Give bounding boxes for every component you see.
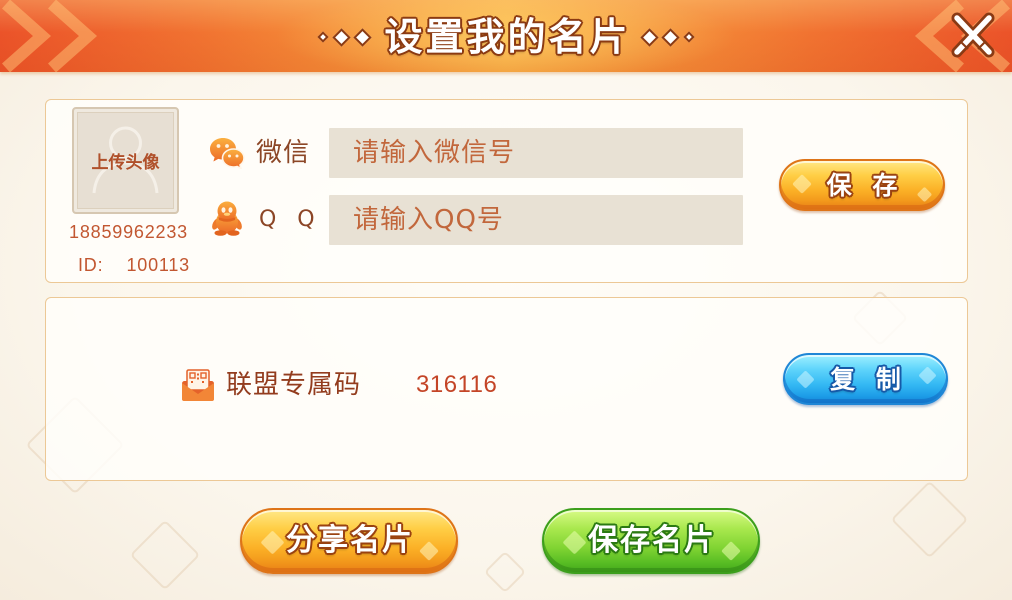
dialog-header: 设置我的名片 (0, 0, 1012, 72)
title-row: 设置我的名片 (0, 13, 1012, 61)
diamond-ornament-icon (332, 27, 352, 47)
diamond-ornament-icon (317, 31, 330, 43)
button-diamond-decoration (562, 530, 587, 555)
button-diamond-decoration (796, 370, 815, 389)
business-card-dialog: 设置我的名片 上传头像 18859962233 ID: 100113 微信 请输… (0, 0, 1012, 600)
phone-number: 18859962233 (69, 222, 188, 242)
wechat-icon (210, 138, 245, 169)
profile-panel: 上传头像 18859962233 ID: 100113 微信 请输入微信号 Q … (45, 99, 968, 283)
user-id: ID: 100113 (78, 254, 190, 276)
button-diamond-decoration (721, 541, 741, 561)
background-diamond-decoration (890, 480, 969, 559)
wechat-label: 微信 (256, 138, 311, 168)
share-card-button[interactable]: 分享名片 (240, 508, 458, 574)
dialog-title: 设置我的名片 (384, 15, 631, 59)
alliance-code-label: 联盟专属码 (226, 370, 362, 400)
button-diamond-decoration (419, 541, 439, 561)
avatar-upload-label: 上传头像 (91, 153, 160, 173)
alliance-code-panel: 联盟专属码 316116 复 制 (45, 297, 968, 481)
save-card-label: 保存名片 (588, 523, 716, 558)
avatar-upload-button[interactable]: 上传头像 (72, 107, 179, 214)
background-diamond-decoration (483, 550, 527, 594)
button-diamond-decoration (916, 186, 933, 203)
user-id-label: ID: (78, 255, 104, 275)
share-card-label: 分享名片 (286, 523, 414, 558)
copy-code-button[interactable]: 复 制 (783, 353, 948, 405)
save-card-button[interactable]: 保存名片 (542, 508, 760, 574)
wechat-input[interactable] (329, 128, 743, 178)
close-icon (951, 12, 995, 58)
qq-penguin-icon (212, 201, 242, 236)
save-contacts-label: 保 存 (826, 170, 904, 200)
save-contacts-button[interactable]: 保 存 (779, 159, 945, 211)
qq-input[interactable] (329, 195, 743, 245)
close-button[interactable] (944, 8, 1002, 62)
button-diamond-decoration (792, 174, 812, 194)
button-diamond-decoration (918, 366, 937, 385)
diamond-ornament-icon (660, 27, 680, 47)
qq-label: Q Q (259, 207, 315, 232)
alliance-code-value: 316116 (416, 371, 498, 398)
diamond-ornament-icon (353, 27, 373, 47)
qr-code-envelope-icon (182, 369, 214, 401)
diamond-ornament-icon (682, 31, 695, 43)
button-diamond-decoration (260, 530, 285, 555)
background-diamond-decoration (129, 519, 201, 591)
diamond-ornament-icon (639, 27, 659, 47)
user-id-value: 100113 (126, 255, 190, 275)
copy-code-label: 复 制 (830, 364, 907, 394)
